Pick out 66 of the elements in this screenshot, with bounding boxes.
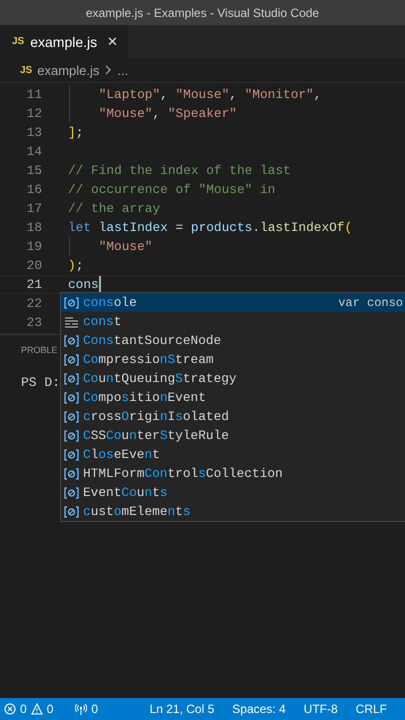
cursor-position[interactable]: Ln 21, Col 5 [150,702,214,716]
javascript-file-icon: JS [12,36,24,47]
keyword-icon [64,314,79,328]
line-ending[interactable]: CRLF [356,702,387,716]
line-number: 21 [26,277,42,292]
suggestion-item[interactable]: CompositionEvent [61,388,405,407]
warning-count[interactable]: 0 [46,702,54,716]
line-number: 22 [26,296,42,311]
variable-icon [64,410,79,424]
variable-icon [64,352,79,366]
code-line: // occurrence of "Mouse" in [68,181,276,199]
breadcrumb-item[interactable]: ... [117,62,128,78]
code-line: cons [68,276,99,294]
editor-tab[interactable]: JS example.js ✕ [0,25,128,58]
line-number: 14 [26,144,42,159]
variable-icon [64,390,79,404]
suggestion-item[interactable]: customElements [61,502,405,521]
line-number: 20 [26,258,42,273]
error-count[interactable]: 0 [20,702,27,716]
line-number: 23 [26,315,42,330]
variable-icon [64,296,79,310]
javascript-file-icon: JS [20,64,32,76]
line-number: 11 [26,87,42,102]
breadcrumb-item[interactable]: example.js [37,62,100,78]
code-line: ]; [68,124,84,142]
variable-icon [64,504,79,518]
suggestion-item[interactable]: CSSCounterStyleRule [61,426,405,445]
line-number: 13 [26,125,42,140]
line-number: 12 [26,106,42,121]
warning-icon [30,703,43,715]
encoding[interactable]: UTF-8 [304,702,338,716]
variable-icon [64,486,79,500]
close-icon[interactable]: ✕ [107,34,118,49]
terminal-prompt: PS D: [21,375,60,390]
variable-icon [64,334,79,348]
suggestion-item[interactable]: EventCounts [61,483,405,502]
code-line: let lastIndex = products.lastIndexOf( [68,219,352,237]
suggestion-item[interactable]: CompressionStream [61,350,405,369]
indentation[interactable]: Spaces: 4 [232,702,286,716]
code-line: ); [68,257,84,275]
suggestion-item[interactable]: HTMLFormControlsCollection [61,464,405,483]
line-number: 16 [26,182,42,197]
suggestion-item[interactable]: CloseEvent [61,445,405,464]
suggestion-item[interactable]: console var conso [61,293,405,312]
suggestion-item[interactable]: ConstantSourceNode [61,331,405,350]
suggestion-item[interactable]: const [61,312,405,331]
suggestion-detail: var conso [338,296,404,310]
variable-icon [64,428,79,442]
error-icon [4,703,16,715]
line-number: 19 [26,239,42,254]
suggestion-item[interactable]: CountQueuingStrategy [61,369,405,388]
line-number: 17 [26,201,42,216]
variable-icon [64,372,79,386]
chevron-right-icon [104,65,112,75]
variable-icon [64,466,79,480]
antenna-icon [75,703,88,715]
variable-icon [64,448,79,462]
code-line: // Find the index of the last [68,162,291,180]
suggestion-item[interactable]: crossOriginIsolated [61,407,405,426]
code-line: // the array [68,200,160,218]
text-cursor [98,276,101,293]
ports-count[interactable]: 0 [91,702,98,716]
panel-tab[interactable]: PROBLE [21,345,58,355]
window-title: example.js - Examples - Visual Studio Code [86,6,320,20]
line-number: 18 [26,220,42,235]
line-number: 15 [26,163,42,178]
